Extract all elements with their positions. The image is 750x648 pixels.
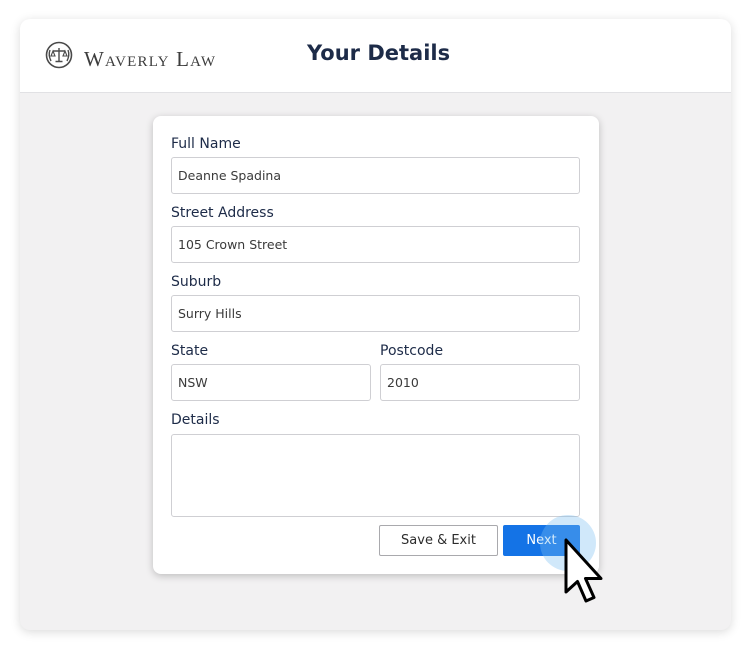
full-name-label: Full Name — [171, 136, 241, 152]
suburb-label: Suburb — [171, 274, 222, 290]
brand-name: Waverly Law — [84, 47, 217, 71]
postcode-field[interactable] — [380, 364, 580, 401]
details-label: Details — [171, 412, 220, 428]
state-label: State — [171, 343, 209, 359]
postcode-label: Postcode — [380, 343, 444, 359]
street-address-label: Street Address — [171, 205, 274, 221]
save-exit-button[interactable]: Save & Exit — [379, 525, 498, 556]
details-textarea[interactable] — [171, 434, 580, 517]
state-field[interactable] — [171, 364, 371, 401]
mouse-pointer-icon — [564, 538, 603, 603]
details-form: Full Name Street Address Suburb State Po… — [153, 116, 599, 574]
page-title: Your Details — [307, 41, 451, 65]
header: Waverly Law Your Details — [20, 19, 731, 93]
full-name-field[interactable] — [171, 157, 580, 194]
app-window: Waverly Law Your Details Full Name Stree… — [20, 19, 731, 630]
scales-of-justice-icon — [45, 41, 73, 69]
suburb-field[interactable] — [171, 295, 580, 332]
street-address-field[interactable] — [171, 226, 580, 263]
